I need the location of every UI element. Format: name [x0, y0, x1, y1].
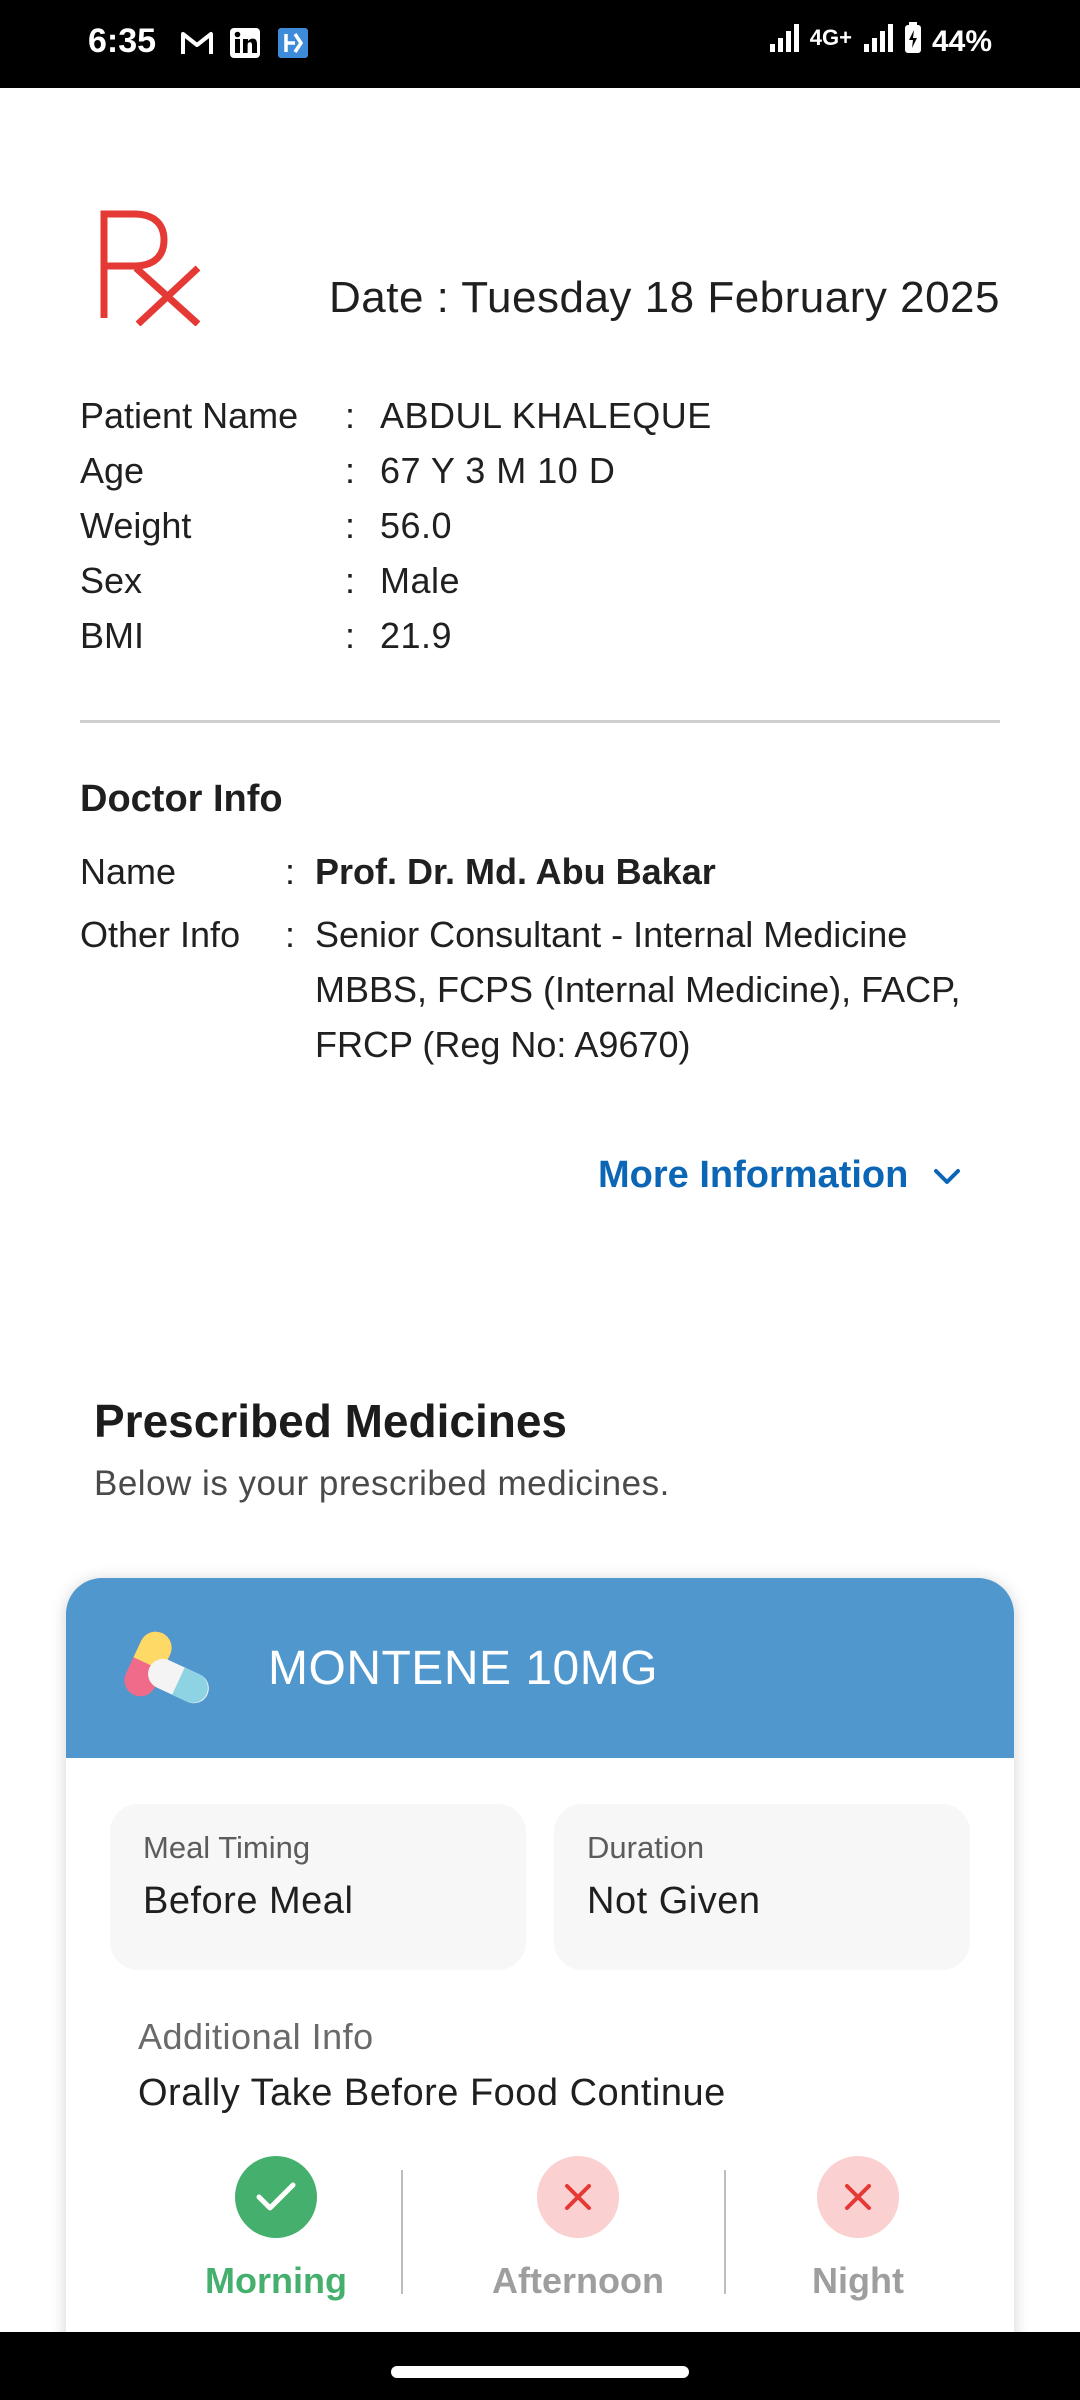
more-information-button[interactable]: More Information: [598, 1154, 962, 1197]
patient-name: ABDUL KHALEQUE: [380, 395, 712, 436]
meal-timing-label: Meal Timing: [143, 1830, 311, 1865]
prescribed-medicines-subtitle: Below is your prescribed medicines.: [94, 1464, 670, 1503]
status-time: 6:35: [88, 22, 157, 60]
schedule-label: Afternoon: [492, 2260, 664, 2301]
signal-icon: [768, 24, 800, 60]
doctor-other-line: FRCP (Reg No: A9670): [315, 1024, 691, 1065]
schedule-label: Morning: [205, 2260, 347, 2301]
battery-level: 44%: [931, 25, 992, 58]
network-type: 4G+: [809, 25, 852, 50]
doctor-other-line: MBBS, FCPS (Internal Medicine), FACP,: [315, 969, 961, 1010]
doctor-name: Prof. Dr. Md. Abu Bakar: [315, 851, 716, 892]
doctor-info: Name : Prof. Dr. Md. Abu Bakar Other Inf…: [80, 844, 1005, 1080]
doctor-row-name: Name : Prof. Dr. Md. Abu Bakar: [80, 844, 1005, 899]
duration-label: Duration: [587, 1830, 705, 1865]
patient-row-bmi: BMI : 21.9: [80, 608, 712, 663]
field-label: Other Info: [80, 914, 241, 955]
medicine-card[interactable]: MONTENE 10MG Meal Timing Before Meal Dur…: [66, 1578, 1014, 2332]
patient-info: Patient Name : ABDUL KHALEQUE Age : 67 Y…: [80, 388, 712, 663]
patient-weight: 56.0: [380, 505, 453, 546]
field-label: Sex: [80, 560, 143, 601]
medicine-card-header: MONTENE 10MG: [66, 1578, 1014, 1758]
doctor-info-heading: Doctor Info: [80, 778, 283, 820]
schedule-divider: [724, 2170, 726, 2294]
rx-icon: [96, 206, 206, 327]
schedule-afternoon: Afternoon: [463, 2156, 693, 2302]
patient-sex: Male: [380, 560, 461, 601]
status-bar: 6:35 4G+ 44%: [0, 0, 1080, 88]
medicine-name: MONTENE 10MG: [268, 1641, 659, 1695]
home-gesture-handle[interactable]: [391, 2366, 689, 2378]
patient-row-weight: Weight : 56.0: [80, 498, 712, 553]
doctor-other-line: Senior Consultant - Internal Medicine: [315, 914, 908, 955]
gmail-icon: [180, 26, 214, 60]
close-icon: [537, 2156, 619, 2238]
battery-icon: [904, 22, 922, 62]
pills-icon: [118, 1620, 214, 1716]
chevron-down-icon: [932, 1154, 962, 1197]
app-icon: [276, 26, 310, 60]
meal-timing-value: Before Meal: [143, 1880, 354, 1922]
schedule-label: Night: [812, 2260, 904, 2301]
patient-row-age: Age : 67 Y 3 M 10 D: [80, 443, 712, 498]
field-label: Name: [80, 851, 177, 892]
divider: [80, 720, 1000, 723]
doctor-other-info: Senior Consultant - Internal Medicine MB…: [315, 907, 1005, 1072]
patient-age: 67 Y 3 M 10 D: [380, 450, 616, 491]
prescription-date: Date : Tuesday 18 February 2025: [328, 273, 1000, 322]
more-information-label: More Information: [598, 1154, 909, 1196]
close-icon: [817, 2156, 899, 2238]
doctor-row-other: Other Info : Senior Consultant - Interna…: [80, 907, 1005, 1072]
field-label: Age: [80, 450, 145, 491]
check-icon: [235, 2156, 317, 2238]
meal-timing-tile: Meal Timing Before Meal: [110, 1804, 526, 1970]
linkedin-icon: [228, 26, 262, 60]
duration-value: Not Given: [587, 1880, 761, 1922]
field-label: Weight: [80, 505, 192, 546]
field-label: BMI: [80, 615, 145, 656]
schedule-divider: [401, 2170, 403, 2294]
duration-tile: Duration Not Given: [554, 1804, 970, 1970]
notification-icons: [180, 26, 310, 60]
patient-bmi: 21.9: [380, 615, 453, 656]
signal-icon-2: [862, 24, 894, 60]
additional-info-value: Orally Take Before Food Continue: [138, 2072, 726, 2114]
navigation-bar: [0, 2332, 1080, 2400]
system-status: 4G+ 44%: [768, 22, 992, 62]
schedule-morning: Morning: [176, 2156, 376, 2302]
patient-row-name: Patient Name : ABDUL KHALEQUE: [80, 388, 712, 443]
field-label: Patient Name: [80, 395, 299, 436]
patient-row-sex: Sex : Male: [80, 553, 712, 608]
prescribed-medicines-heading: Prescribed Medicines: [94, 1395, 567, 1447]
schedule-night: Night: [783, 2156, 933, 2302]
prescription-screen[interactable]: Date : Tuesday 18 February 2025 Patient …: [0, 88, 1080, 2332]
additional-info-label: Additional Info: [138, 2016, 374, 2057]
